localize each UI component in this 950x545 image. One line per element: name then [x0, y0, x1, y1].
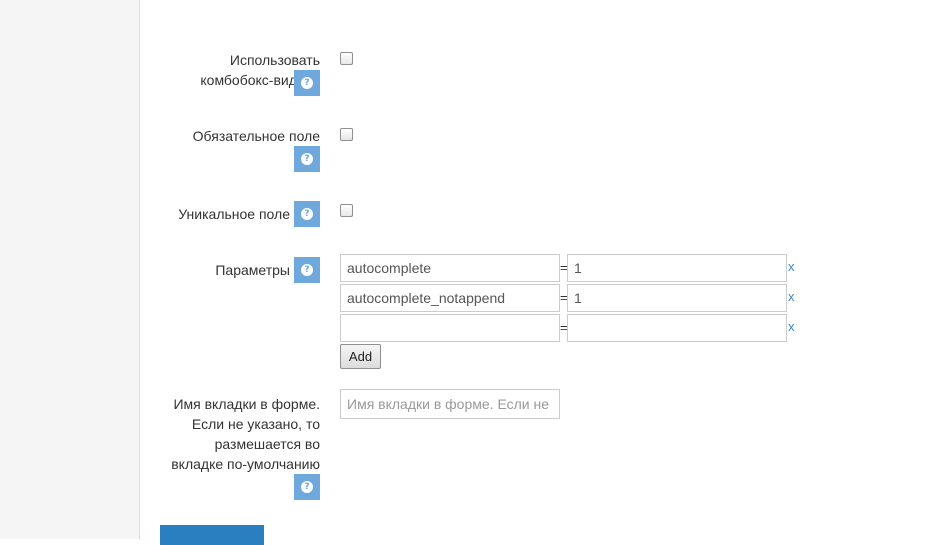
tab-name-label-line: размешается во: [214, 436, 320, 452]
tab-name-label-line: Имя вкладки в форме.: [173, 396, 320, 412]
unique-label: Уникальное поле: [178, 204, 290, 224]
params-label-text: Параметры: [215, 262, 290, 278]
param-value-input[interactable]: 1: [567, 284, 787, 312]
question-mark-icon: ?: [301, 208, 313, 220]
remove-param-link[interactable]: x: [788, 319, 795, 334]
help-icon[interactable]: ?: [294, 70, 320, 96]
remove-param-link[interactable]: x: [788, 289, 795, 304]
tab-name-label-line: вкладке по-умолчанию: [171, 456, 320, 472]
help-icon[interactable]: ?: [294, 474, 320, 500]
param-key-input[interactable]: [340, 314, 560, 342]
unique-checkbox[interactable]: [340, 204, 353, 217]
param-value-input[interactable]: 1: [567, 254, 787, 282]
question-mark-icon: ?: [301, 153, 313, 165]
tab-name-label-line: Если не указано, то: [191, 416, 320, 432]
left-sidebar: [0, 0, 140, 539]
required-label: Обязательное поле: [193, 126, 320, 146]
required-label-text: Обязательное поле: [192, 128, 320, 144]
question-mark-icon: ?: [301, 481, 313, 493]
help-icon[interactable]: ?: [294, 257, 320, 283]
submit-button[interactable]: [160, 525, 264, 545]
question-mark-icon: ?: [301, 77, 313, 89]
tab-name-input[interactable]: Имя вкладки в форме. Если не: [340, 389, 560, 419]
params-label: Параметры: [215, 260, 290, 280]
help-icon[interactable]: ?: [294, 146, 320, 172]
question-mark-icon: ?: [301, 264, 313, 276]
param-value-input[interactable]: [567, 314, 787, 342]
param-key-input[interactable]: autocomplete: [340, 254, 560, 282]
unique-label-text: Уникальное поле: [178, 206, 290, 222]
required-checkbox[interactable]: [340, 128, 353, 141]
combobox-checkbox[interactable]: [340, 52, 353, 65]
param-key-input[interactable]: autocomplete_notappend: [340, 284, 560, 312]
help-icon[interactable]: ?: [294, 201, 320, 227]
add-param-button[interactable]: Add: [340, 344, 381, 369]
tab-name-label: Имя вкладки в форме. Если не указано, то…: [171, 394, 320, 474]
remove-param-link[interactable]: x: [788, 259, 795, 274]
